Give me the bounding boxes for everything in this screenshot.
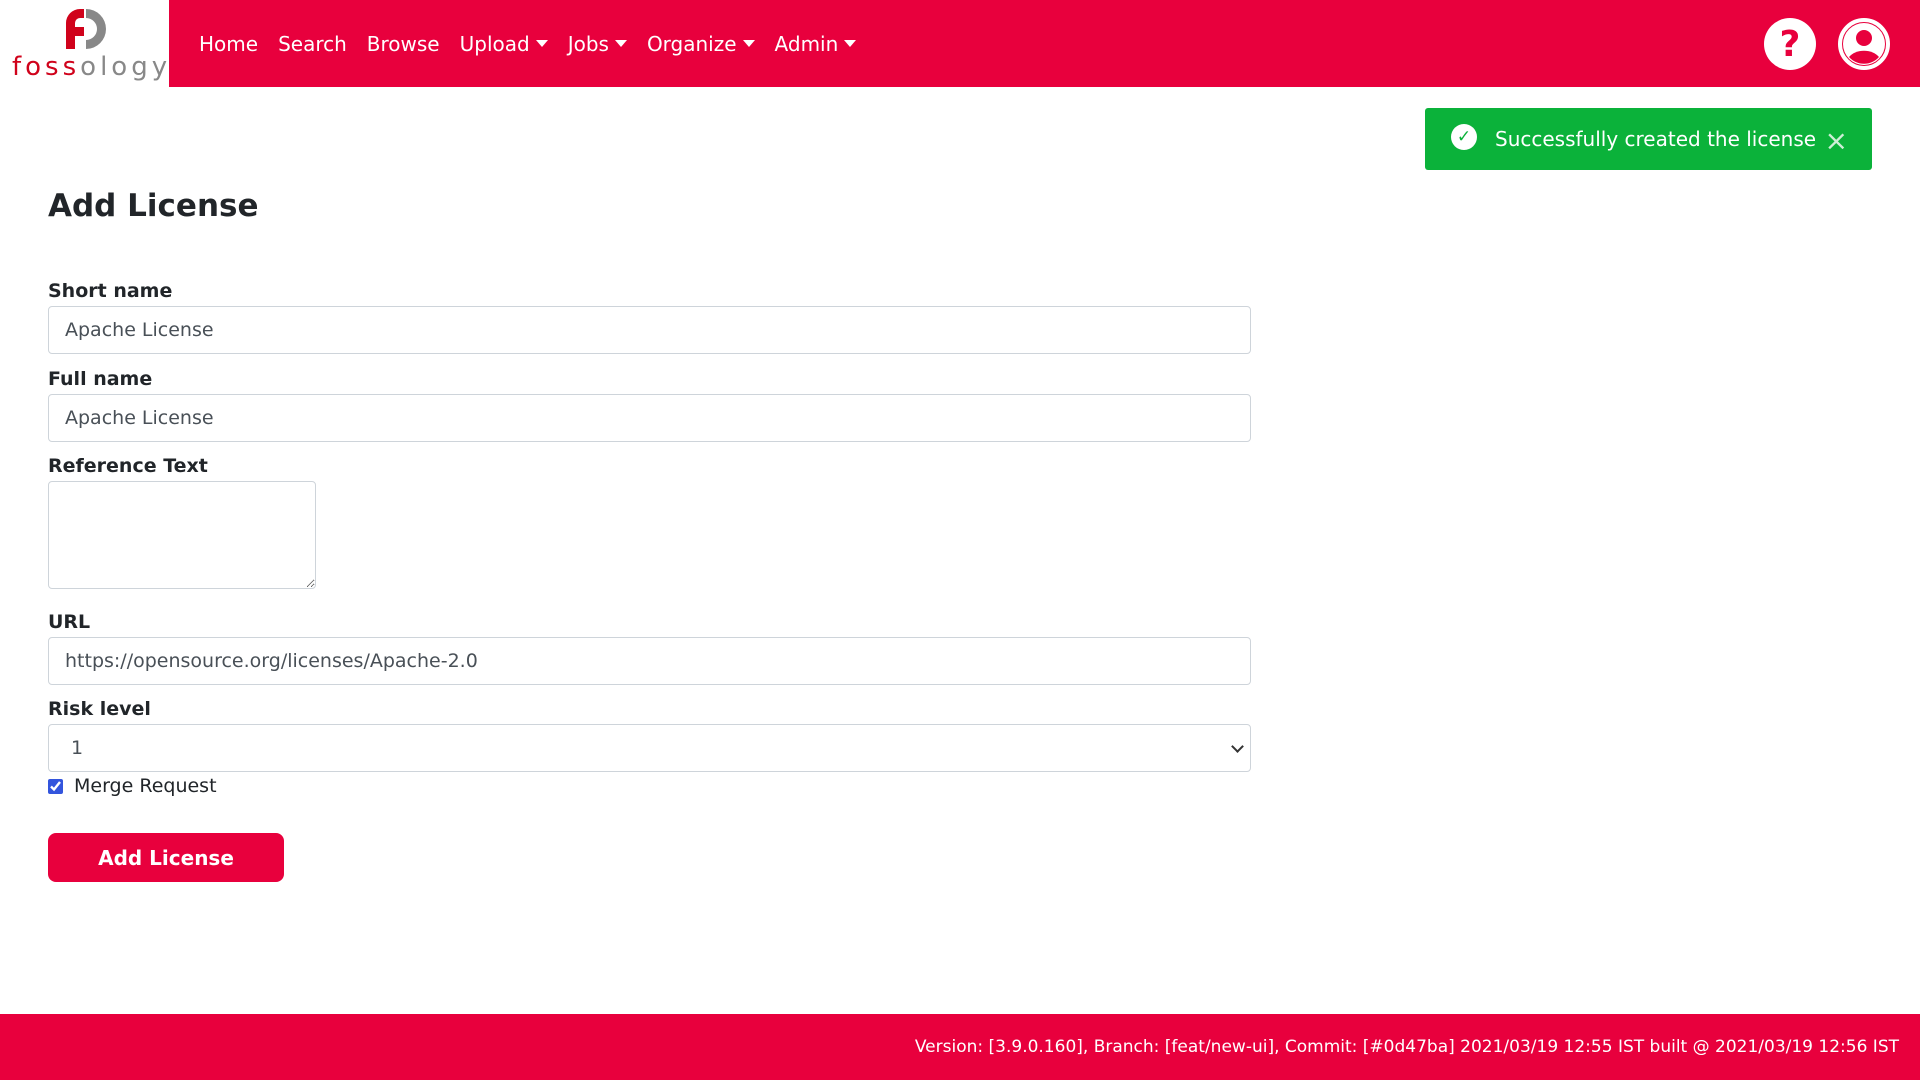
nav-browse[interactable]: Browse [367,32,440,56]
add-license-button[interactable]: Add License [48,833,284,882]
check-circle-icon: ✓ [1451,124,1477,150]
page-title: Add License [48,188,259,224]
fossology-logo[interactable]: fossology [0,0,169,87]
nav-organize[interactable]: Organize [647,32,755,56]
footer: Version: [3.9.0.160], Branch: [feat/new-… [0,1014,1920,1080]
fossology-logo-icon [66,9,106,49]
risk-level-label: Risk level [48,698,151,720]
reference-text-label: Reference Text [48,455,208,477]
reference-text-textarea[interactable] [48,481,316,589]
version-info: Version: [3.9.0.160], Branch: [feat/new-… [914,1037,1899,1057]
url-label: URL [48,611,91,633]
close-icon[interactable]: × [1825,124,1848,157]
navbar: fossology Home Search Browse Upload Jobs… [0,0,1920,87]
risk-level-select[interactable]: 1 [48,724,1251,772]
full-name-label: Full name [48,368,153,390]
help-icon[interactable]: ? [1764,18,1816,70]
main-menu: Home Search Browse Upload Jobs Organize … [199,0,857,87]
short-name-input[interactable] [48,306,1251,354]
nav-upload[interactable]: Upload [460,32,548,56]
user-icon [1843,23,1885,65]
caret-down-icon [844,40,857,47]
logo-text: fossology [12,52,172,82]
caret-down-icon [742,40,755,47]
nav-admin[interactable]: Admin [775,32,857,56]
nav-home[interactable]: Home [199,32,258,56]
merge-request-checkbox[interactable] [48,779,63,794]
toast-message: Successfully created the license [1495,127,1817,151]
short-name-label: Short name [48,280,173,302]
nav-jobs[interactable]: Jobs [568,32,627,56]
nav-search[interactable]: Search [278,32,347,56]
caret-down-icon [614,40,627,47]
success-toast: ✓ Successfully created the license × [1425,108,1872,170]
caret-down-icon [535,40,548,47]
merge-request-label[interactable]: Merge Request [74,775,217,797]
full-name-input[interactable] [48,394,1251,442]
url-input[interactable] [48,637,1251,685]
user-account-icon[interactable] [1838,18,1890,70]
